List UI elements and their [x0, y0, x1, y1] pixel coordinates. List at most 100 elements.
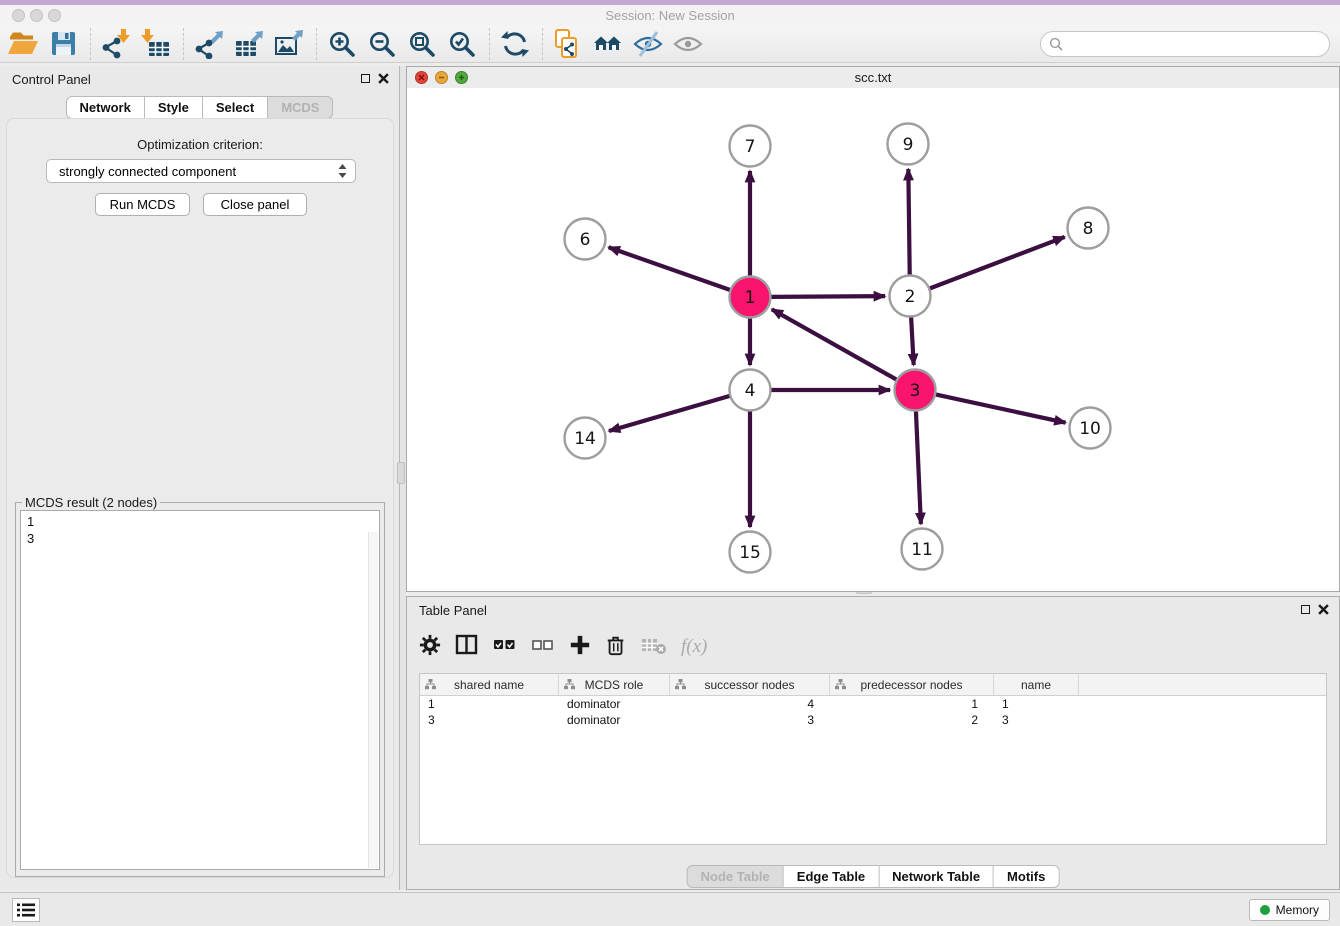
- search-input[interactable]: [1067, 33, 1329, 55]
- column-header-predecessor-nodes[interactable]: predecessor nodes: [830, 674, 994, 695]
- graph-edge-1-2[interactable]: [771, 296, 885, 297]
- table-toolbar: f(x): [419, 625, 707, 669]
- graph-node-9[interactable]: 9: [888, 124, 929, 165]
- control-panel: Control Panel NetworkStyleSelectMCDS Opt…: [0, 66, 400, 890]
- svg-text:3: 3: [910, 381, 921, 401]
- memory-button[interactable]: Memory: [1249, 899, 1330, 921]
- toolbar-separator: [542, 28, 543, 60]
- control-tab-select[interactable]: Select: [203, 96, 268, 119]
- svg-text:11: 11: [911, 540, 933, 560]
- graph-node-14[interactable]: 14: [565, 418, 606, 459]
- graph-node-15[interactable]: 15: [730, 532, 771, 573]
- close-panel-icon[interactable]: [378, 73, 389, 84]
- export-network-icon[interactable]: [192, 27, 226, 61]
- svg-text:15: 15: [739, 543, 761, 563]
- graph-node-11[interactable]: 11: [902, 529, 943, 570]
- add-row-icon[interactable]: [569, 634, 591, 661]
- graph-node-1[interactable]: 1: [730, 277, 771, 318]
- import-network-icon[interactable]: [99, 27, 133, 61]
- vertical-splitter-handle[interactable]: [397, 462, 405, 484]
- graph-edge-2-8[interactable]: [930, 237, 1065, 289]
- node-table-header: shared nameMCDS rolesuccessor nodesprede…: [420, 674, 1326, 696]
- graph-node-4[interactable]: 4: [730, 370, 771, 411]
- close-table-panel-icon[interactable]: [1318, 604, 1329, 615]
- toolbar-separator: [316, 28, 317, 60]
- zoom-in-icon[interactable]: [325, 27, 359, 61]
- column-header-name[interactable]: name: [994, 674, 1079, 695]
- float-panel-icon[interactable]: [361, 74, 370, 83]
- zoom-selected-icon[interactable]: [445, 27, 479, 61]
- graph-edge-2-3[interactable]: [911, 317, 914, 365]
- svg-text:6: 6: [580, 230, 591, 250]
- control-tab-style[interactable]: Style: [145, 96, 203, 119]
- column-header-successor-nodes[interactable]: successor nodes: [670, 674, 830, 695]
- graph-edge-3-10[interactable]: [936, 394, 1066, 422]
- table-options-icon[interactable]: [419, 634, 441, 661]
- network-overview-icon[interactable]: [591, 27, 625, 61]
- toolbar-separator: [183, 28, 184, 60]
- table-row[interactable]: 1dominator411: [420, 696, 1326, 712]
- network-canvas[interactable]: 7 9 6 8 1 2 4 3 14 10 15 11: [407, 88, 1339, 591]
- control-panel-tabs: NetworkStyleSelectMCDS: [66, 96, 334, 119]
- table-panel-tabs: Node TableEdge TableNetwork TableMotifs: [687, 865, 1060, 888]
- deselect-all-checkboxes-icon[interactable]: [531, 634, 555, 661]
- svg-text:9: 9: [903, 135, 914, 155]
- table-tab-motifs[interactable]: Motifs: [994, 865, 1059, 888]
- show-graphics-details-icon[interactable]: [671, 27, 705, 61]
- select-all-checkboxes-icon[interactable]: [493, 634, 517, 661]
- table-tab-edge-table[interactable]: Edge Table: [784, 865, 879, 888]
- save-session-icon[interactable]: [46, 27, 80, 61]
- graph-edge-3-1[interactable]: [772, 309, 897, 379]
- criterion-select[interactable]: strongly connected component: [46, 159, 356, 183]
- table-panel-title: Table Panel: [419, 603, 487, 618]
- import-table-icon[interactable]: [139, 27, 173, 61]
- zoom-out-icon[interactable]: [365, 27, 399, 61]
- mcds-result-text[interactable]: 1 3: [20, 510, 380, 870]
- result-scrollbar[interactable]: [368, 532, 378, 868]
- task-history-button[interactable]: [12, 898, 40, 922]
- node-table: shared nameMCDS rolesuccessor nodesprede…: [419, 673, 1327, 845]
- zoom-fit-icon[interactable]: [405, 27, 439, 61]
- graph-edge-2-9[interactable]: [908, 169, 909, 275]
- hide-graphics-details-icon[interactable]: [631, 27, 665, 61]
- graph-edge-4-14[interactable]: [609, 396, 730, 431]
- open-session-icon[interactable]: [6, 27, 40, 61]
- network-window-titlebar[interactable]: scc.txt: [407, 67, 1339, 89]
- delete-table-icon[interactable]: [641, 634, 667, 661]
- table-tab-node-table[interactable]: Node Table: [687, 865, 784, 888]
- search-field[interactable]: [1040, 31, 1330, 57]
- export-table-icon[interactable]: [232, 27, 266, 61]
- mcds-panel: Optimization criterion: strongly connect…: [6, 118, 394, 878]
- graph-node-3[interactable]: 3: [895, 370, 936, 411]
- float-table-panel-icon[interactable]: [1301, 605, 1310, 614]
- graph-edge-3-11[interactable]: [916, 411, 921, 524]
- flatten-tree-icon: [835, 679, 846, 690]
- graph-node-10[interactable]: 10: [1070, 408, 1111, 449]
- graph-edge-1-6[interactable]: [609, 247, 731, 290]
- graph-node-6[interactable]: 6: [565, 219, 606, 260]
- flatten-tree-icon: [564, 679, 575, 690]
- delete-row-icon[interactable]: [605, 633, 627, 662]
- table-tab-network-table[interactable]: Network Table: [879, 865, 994, 888]
- control-tab-mcds[interactable]: MCDS: [268, 96, 333, 119]
- control-tab-network[interactable]: Network: [66, 96, 145, 119]
- column-header-shared-name[interactable]: shared name: [420, 674, 559, 695]
- mcds-result-title: MCDS result (2 nodes): [22, 495, 160, 510]
- close-panel-button[interactable]: Close panel: [203, 193, 307, 216]
- flatten-tree-icon: [425, 679, 436, 690]
- flatten-tree-icon: [675, 679, 686, 690]
- show-columns-icon[interactable]: [455, 634, 479, 661]
- table-row[interactable]: 3dominator323: [420, 712, 1326, 728]
- main-toolbar: [0, 26, 1340, 63]
- export-image-icon[interactable]: [272, 27, 306, 61]
- function-builder-icon[interactable]: f(x): [681, 636, 707, 658]
- network-title: scc.txt: [407, 70, 1339, 85]
- graph-node-2[interactable]: 2: [890, 276, 931, 317]
- graph-node-7[interactable]: 7: [730, 126, 771, 167]
- column-header-MCDS-role[interactable]: MCDS role: [559, 674, 670, 695]
- graph-node-8[interactable]: 8: [1068, 208, 1109, 249]
- clone-network-icon[interactable]: [551, 27, 585, 61]
- run-mcds-button[interactable]: Run MCDS: [95, 193, 190, 216]
- control-panel-title: Control Panel: [12, 72, 91, 87]
- refresh-icon[interactable]: [498, 27, 532, 61]
